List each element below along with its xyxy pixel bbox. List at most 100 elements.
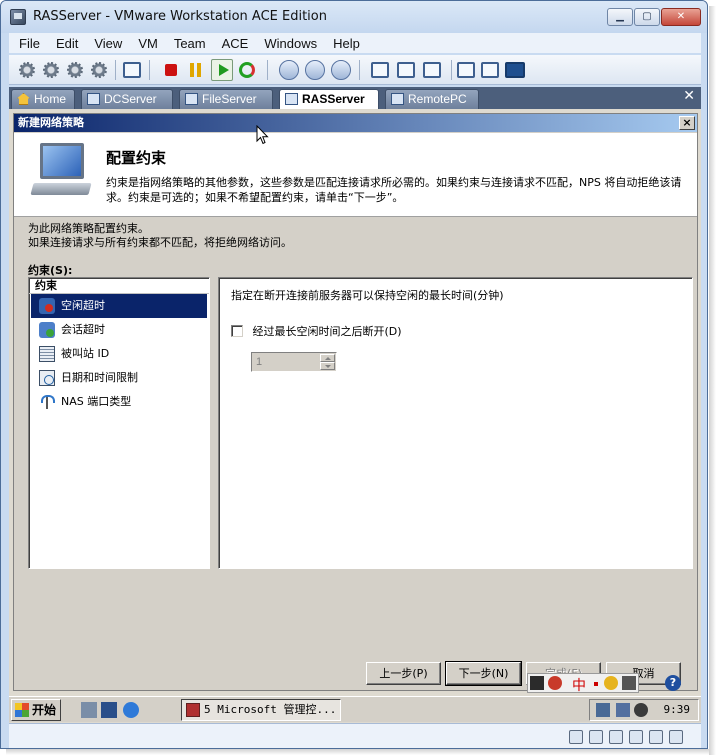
spinner-up-button[interactable] <box>320 354 335 362</box>
vm-icon <box>285 93 298 105</box>
vm-icon <box>391 93 404 105</box>
vm-icon <box>87 93 100 105</box>
appliance-view-icon[interactable] <box>505 62 525 78</box>
tab-fileserver[interactable]: FileServer <box>179 89 273 109</box>
list-item-called-station-id[interactable]: 被叫站 ID <box>31 342 207 366</box>
status-cdrom-icon[interactable] <box>589 730 603 744</box>
ime-options-icon[interactable] <box>622 676 636 690</box>
vm-icon <box>185 93 198 105</box>
devices-icon[interactable] <box>41 60 61 80</box>
suspend-icon[interactable] <box>189 63 203 77</box>
sidebar-view-icon[interactable] <box>371 62 389 78</box>
disconnect-after-idle-option[interactable]: 经过最长空闲时间之后断开(D) <box>231 325 402 339</box>
server-manager-icon[interactable] <box>81 702 97 718</box>
send-keys-icon[interactable] <box>123 62 141 78</box>
console-view-icon[interactable] <box>457 62 475 78</box>
tray-network-icon[interactable] <box>596 703 610 717</box>
menu-file[interactable]: File <box>19 36 40 51</box>
constraints-list[interactable]: 约束 空闲超时 会话超时 被叫站 ID 日期和时间限制 NAS 端口类型 <box>28 277 210 569</box>
fullscreen-icon[interactable] <box>423 62 441 78</box>
idle-minutes-input[interactable] <box>254 355 318 369</box>
constraint-detail-panel: 指定在断开连接前服务器可以保持空闲的最长时间(分钟) 经过最长空闲时间之后断开(… <box>218 277 693 569</box>
previous-button[interactable]: 上一步(P) <box>366 662 441 685</box>
dialog-close-button[interactable]: × <box>679 116 695 130</box>
home-icon <box>17 93 30 105</box>
disconnect-after-idle-checkbox[interactable] <box>231 325 243 337</box>
menu-team[interactable]: Team <box>174 36 206 51</box>
dialog-title-bar[interactable]: 新建网络策略 × <box>14 114 697 132</box>
menu-edit[interactable]: Edit <box>56 36 78 51</box>
power-off-icon[interactable] <box>165 64 177 76</box>
toolbar-separator <box>267 60 268 80</box>
revert-snapshot-icon[interactable] <box>305 60 325 80</box>
windows-flag-icon <box>15 703 29 717</box>
maximize-button[interactable]: ▢ <box>634 8 660 26</box>
wizard-page-description: 约束是指网络策略的其他参数，这些参数是匹配连接请求所必需的。如果约束与连接请求不… <box>106 176 682 204</box>
ime-toolbar: 中 <box>527 673 639 695</box>
menu-ace[interactable]: ACE <box>222 36 249 51</box>
ime-softkeyboard-icon[interactable] <box>604 676 618 690</box>
ime-punctuation-icon[interactable] <box>594 682 598 686</box>
ime-mode-icon[interactable] <box>530 676 544 690</box>
panel-description: 指定在断开连接前服务器可以保持空闲的最长时间(分钟) <box>231 289 504 302</box>
network-icon[interactable] <box>65 60 85 80</box>
usb-icon[interactable] <box>89 60 109 80</box>
start-button[interactable]: 开始 <box>11 699 61 721</box>
taskbar-mmc-button[interactable]: 5 Microsoft 管理控... <box>181 699 341 721</box>
idle-timeout-icon <box>39 298 55 314</box>
vmware-window: RASServer - VMware Workstation ACE Editi… <box>0 0 708 749</box>
minimize-button[interactable]: ▁ <box>607 8 633 26</box>
snapshot-manager-icon[interactable] <box>331 60 351 80</box>
status-usb-icon[interactable] <box>649 730 663 744</box>
menu-help[interactable]: Help <box>333 36 360 51</box>
status-floppy-icon[interactable] <box>609 730 623 744</box>
menu-bar: File Edit View VM Team ACE Windows Help <box>9 33 701 53</box>
spinner-down-button[interactable] <box>320 362 335 370</box>
title-bar[interactable]: RASServer - VMware Workstation ACE Editi… <box>1 1 707 33</box>
list-item-idle-timeout[interactable]: 空闲超时 <box>31 294 207 318</box>
show-desktop-icon[interactable] <box>101 702 117 718</box>
list-item-nas-port-type[interactable]: NAS 端口类型 <box>31 390 207 414</box>
help-icon[interactable]: ? <box>665 675 681 691</box>
idle-minutes-spinner[interactable] <box>251 352 337 372</box>
ime-logo-icon[interactable] <box>548 676 562 690</box>
called-station-icon <box>39 346 55 362</box>
system-tray: 9:39 <box>589 699 699 721</box>
tab-dcserver[interactable]: DCServer <box>81 89 173 109</box>
antenna-icon <box>39 394 55 410</box>
menu-windows[interactable]: Windows <box>264 36 317 51</box>
reset-icon[interactable] <box>239 62 255 78</box>
tray-vmware-icon[interactable] <box>616 703 630 717</box>
ime-language-indicator[interactable]: 中 <box>572 675 586 695</box>
close-tab-icon[interactable]: ✕ <box>683 88 695 104</box>
list-item-day-time-restrictions[interactable]: 日期和时间限制 <box>31 366 207 390</box>
quick-switch-icon[interactable] <box>397 62 415 78</box>
power-settings-icon[interactable] <box>17 60 37 80</box>
taskbar-clock: 9:39 <box>663 703 691 716</box>
tab-rasserver[interactable]: RASServer <box>279 89 379 109</box>
window-shadow <box>6 749 709 755</box>
snapshot-icon[interactable] <box>279 60 299 80</box>
tab-home[interactable]: Home <box>11 89 75 109</box>
close-button[interactable]: ✕ <box>661 8 701 26</box>
task-label: 5 Microsoft 管理控... <box>204 703 337 716</box>
status-hdd-icon[interactable] <box>569 730 583 744</box>
toolbar-separator <box>451 60 452 80</box>
power-on-icon[interactable] <box>211 59 233 81</box>
toolbar-separator <box>149 60 150 80</box>
next-button[interactable]: 下一步(N) <box>445 661 522 686</box>
status-network-icon[interactable] <box>629 730 643 744</box>
tab-remotepc[interactable]: RemotePC <box>385 89 479 109</box>
summary-view-icon[interactable] <box>481 62 499 78</box>
tab-label: FileServer <box>202 92 257 106</box>
internet-explorer-icon[interactable] <box>123 702 139 718</box>
tab-label: Home <box>34 92 67 106</box>
menu-view[interactable]: View <box>94 36 122 51</box>
menu-vm[interactable]: VM <box>138 36 158 51</box>
status-sound-icon[interactable] <box>669 730 683 744</box>
tray-volume-icon[interactable] <box>634 703 648 717</box>
checkbox-label: 经过最长空闲时间之后断开(D) <box>252 325 402 338</box>
list-item-session-timeout[interactable]: 会话超时 <box>31 318 207 342</box>
list-item-label: 会话超时 <box>61 323 105 336</box>
list-item-label: 空闲超时 <box>61 299 105 312</box>
